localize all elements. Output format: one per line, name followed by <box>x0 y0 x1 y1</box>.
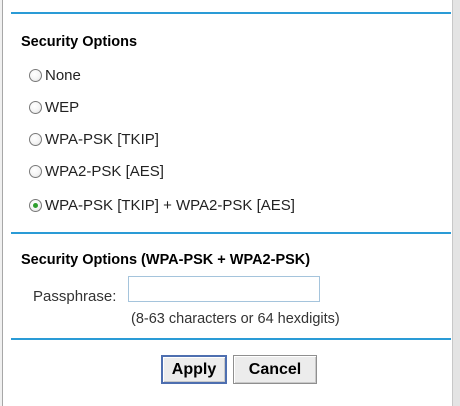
radio-option-wpa-wpa2-mixed[interactable]: WPA-PSK [TKIP] + WPA2-PSK [AES] <box>29 194 295 216</box>
radio-icon <box>29 164 42 178</box>
apply-button[interactable]: Apply <box>161 355 227 384</box>
radio-label: None <box>45 66 81 84</box>
radio-selected-icon <box>29 198 42 212</box>
security-options-title: Security Options <box>21 34 138 50</box>
cancel-button[interactable]: Cancel <box>233 355 317 384</box>
divider-middle <box>11 232 451 234</box>
passphrase-hint: (8-63 characters or 64 hexdigits) <box>131 311 340 327</box>
wpa-section-title: Security Options (WPA-PSK + WPA2-PSK) <box>21 252 311 268</box>
radio-option-none[interactable]: None <box>29 64 81 86</box>
radio-icon <box>29 100 42 114</box>
divider-bottom <box>11 338 451 340</box>
radio-label: WEP <box>45 98 80 116</box>
passphrase-label: Passphrase: <box>33 288 117 305</box>
radio-icon <box>29 68 42 82</box>
radio-option-wpa2-psk-aes[interactable]: WPA2-PSK [AES] <box>29 160 164 182</box>
radio-label: WPA2-PSK [AES] <box>45 162 164 180</box>
radio-option-wep[interactable]: WEP <box>29 96 79 118</box>
passphrase-input[interactable] <box>128 276 320 302</box>
settings-panel: Security Options None WEP WPA-PSK [TKIP]… <box>2 0 452 406</box>
radio-label: WPA-PSK [TKIP] + WPA2-PSK [AES] <box>45 196 295 214</box>
window-right-edge <box>452 0 460 406</box>
divider-top <box>11 12 451 14</box>
radio-icon <box>29 132 42 146</box>
radio-label: WPA-PSK [TKIP] <box>45 130 159 148</box>
radio-option-wpa-psk-tkip[interactable]: WPA-PSK [TKIP] <box>29 128 159 150</box>
